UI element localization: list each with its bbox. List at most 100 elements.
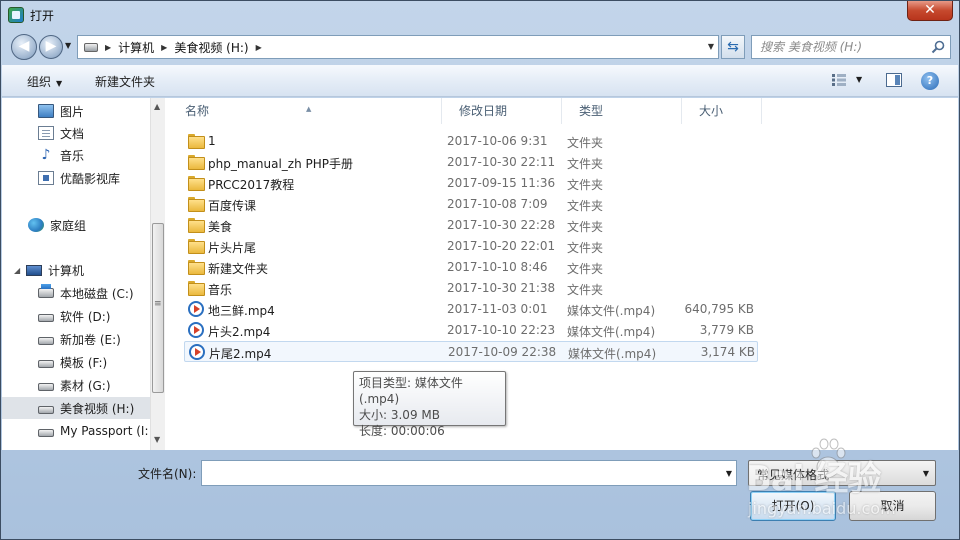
chevron-right-icon[interactable]: ▶ — [161, 43, 167, 52]
file-date: 2017-10-10 8:46 — [447, 260, 548, 274]
file-date: 2017-09-15 11:36 — [447, 176, 556, 190]
title-bar[interactable]: 打开 ✕ — [1, 1, 959, 29]
nav-item-drive-f[interactable]: 模板 (F:) — [2, 351, 150, 373]
search-icon[interactable] — [931, 40, 945, 54]
file-size: 3,779 KB — [699, 323, 754, 337]
nav-item-documents[interactable]: 文档 — [2, 122, 150, 144]
window-title: 打开 — [30, 9, 55, 23]
breadcrumb-computer[interactable]: 计算机 — [118, 39, 154, 56]
nav-scrollbar[interactable]: ▲ ▼ — [150, 98, 165, 450]
file-row[interactable]: 地三鲜.mp4 2017-11-03 0:01 媒体文件(.mp4) 640,795 … — [184, 299, 758, 320]
column-header-type[interactable]: 类型 — [562, 98, 682, 124]
nav-label: 美食视频 (H:) — [60, 401, 135, 416]
nav-item-music[interactable]: ♪ 音乐 — [2, 144, 150, 166]
nav-item-drive-e[interactable]: 新加卷 (E:) — [2, 328, 150, 350]
file-type: 文件夹 — [567, 241, 604, 255]
drive-icon — [38, 314, 54, 322]
folder-icon — [188, 155, 205, 170]
music-icon: ♪ — [41, 147, 51, 163]
file-row[interactable]: 美食 2017-10-30 22:28 文件夹 — [184, 215, 758, 236]
file-type: 文件夹 — [567, 178, 604, 192]
preview-pane-icon[interactable] — [886, 73, 902, 87]
system-drive-icon — [38, 284, 54, 298]
scrollbar-thumb[interactable] — [152, 223, 164, 393]
nav-label: 模板 (F:) — [60, 355, 108, 370]
file-row[interactable]: 音乐 2017-10-30 21:38 文件夹 — [184, 278, 758, 299]
view-dropdown-icon[interactable]: ▼ — [856, 75, 862, 84]
folder-icon — [188, 176, 205, 191]
column-header-name[interactable]: ▲ 名称 — [168, 98, 442, 124]
column-header-date[interactable]: 修改日期 — [442, 98, 562, 124]
file-row[interactable]: 片头2.mp4 2017-10-10 22:23 媒体文件(.mp4) 3,779 K… — [184, 320, 758, 341]
file-type-select[interactable]: 常见媒体格式 ▼ — [748, 460, 936, 486]
scroll-down-icon[interactable]: ▼ — [154, 435, 160, 444]
file-size: 3,174 KB — [700, 345, 755, 359]
tooltip-size: 大小: 3.09 MB — [359, 408, 440, 422]
file-size: 640,795 KB — [684, 302, 754, 316]
nav-item-homegroup[interactable]: 家庭组 — [2, 214, 150, 236]
file-row[interactable]: 1 2017-10-06 9:31 文件夹 — [184, 131, 758, 152]
nav-item-drive-g[interactable]: 素材 (G:) — [2, 374, 150, 396]
nav-item-pictures[interactable]: 图片 — [2, 100, 150, 122]
file-row[interactable]: 新建文件夹 2017-10-10 8:46 文件夹 — [184, 257, 758, 278]
address-bar[interactable]: ▶ 计算机 ▶ 美食视频 (H:) ▶ ▼ — [77, 35, 719, 59]
homegroup-icon — [28, 218, 44, 232]
nav-item-drive-i[interactable]: My Passport (I: — [2, 420, 150, 442]
drive-icon — [38, 360, 54, 368]
command-toolbar: 组织 ▼ 新建文件夹 ▼ ? — [2, 65, 958, 97]
nav-item-drive-d[interactable]: 软件 (D:) — [2, 305, 150, 327]
file-date: 2017-10-08 7:09 — [447, 197, 548, 211]
media-file-icon — [188, 322, 204, 338]
help-icon[interactable]: ? — [921, 72, 939, 90]
back-button[interactable]: ◀ — [11, 34, 37, 60]
filename-combobox[interactable]: ▼ — [201, 460, 737, 486]
file-type: 文件夹 — [567, 283, 604, 297]
refresh-button[interactable]: ⇆ — [721, 35, 745, 59]
filename-input[interactable] — [202, 461, 712, 485]
computer-icon — [26, 264, 42, 276]
organize-button[interactable]: 组织 ▼ — [27, 73, 62, 90]
file-type: 媒体文件(.mp4) — [567, 325, 656, 339]
folder-icon — [188, 239, 205, 254]
media-file-icon — [188, 301, 204, 317]
file-date: 2017-10-30 21:38 — [447, 281, 556, 295]
scroll-up-icon[interactable]: ▲ — [154, 102, 160, 111]
nav-item-computer[interactable]: ◢ 计算机 — [2, 259, 150, 281]
file-row[interactable]: 片尾2.mp4 2017-10-09 22:38 媒体文件(.mp4) 3,174 K… — [184, 341, 758, 362]
folder-icon — [188, 197, 205, 212]
folder-icon — [188, 260, 205, 275]
cancel-button[interactable]: 取消 — [849, 491, 936, 521]
nav-item-drive-c[interactable]: 本地磁盘 (C:) — [2, 282, 150, 304]
file-date: 2017-10-10 22:23 — [447, 323, 556, 337]
forward-button[interactable]: ▶ — [39, 35, 63, 59]
view-options-icon[interactable] — [832, 74, 846, 86]
file-row[interactable]: 片头片尾 2017-10-20 22:01 文件夹 — [184, 236, 758, 257]
expand-arrow-icon[interactable]: ◢ — [14, 266, 24, 275]
nav-label: 优酷影视库 — [60, 171, 121, 186]
file-name: 地三鲜.mp4 — [208, 304, 275, 318]
open-button[interactable]: 打开(O) — [750, 491, 836, 521]
recent-pages-dropdown[interactable]: ▼ — [65, 41, 71, 50]
chevron-down-icon[interactable]: ▼ — [726, 469, 732, 478]
nav-label: 本地磁盘 (C:) — [60, 286, 134, 301]
nav-label: 音乐 — [60, 148, 85, 163]
file-date: 2017-10-09 22:38 — [448, 345, 557, 359]
close-button[interactable]: ✕ — [907, 1, 953, 21]
nav-item-drive-h[interactable]: 美食视频 (H:) — [2, 397, 150, 419]
new-folder-button[interactable]: 新建文件夹 — [95, 73, 155, 90]
breadcrumb-drive-h[interactable]: 美食视频 (H:) — [174, 39, 248, 56]
nav-item-youku-library[interactable]: 优酷影视库 — [2, 167, 150, 189]
file-row[interactable]: php_manual_zh PHP手册 2017-10-30 22:11 文件夹 — [184, 152, 758, 173]
file-row[interactable]: 百度传课 2017-10-08 7:09 文件夹 — [184, 194, 758, 215]
file-row[interactable]: PRCC2017教程 2017-09-15 11:36 文件夹 — [184, 173, 758, 194]
video-library-icon — [38, 171, 54, 185]
organize-label: 组织 — [27, 75, 52, 89]
nav-label: 新加卷 (E:) — [60, 332, 121, 347]
search-input[interactable] — [752, 36, 927, 58]
column-header-size[interactable]: 大小 — [682, 98, 762, 124]
search-box[interactable] — [751, 35, 951, 59]
chevron-right-icon[interactable]: ▶ — [105, 43, 111, 52]
filename-label: 文件名(N): — [138, 467, 197, 481]
chevron-right-icon[interactable]: ▶ — [256, 43, 262, 52]
address-dropdown-icon[interactable]: ▼ — [708, 42, 714, 51]
